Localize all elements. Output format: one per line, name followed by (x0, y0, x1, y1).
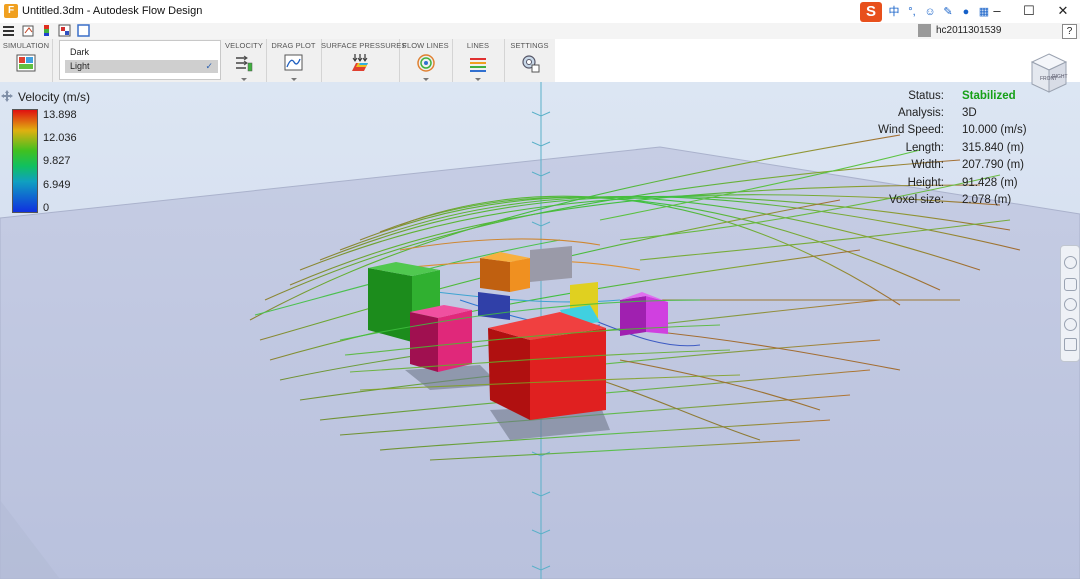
legend-value: 13.898 (43, 109, 77, 121)
user-name[interactable]: hc2011301539 (936, 25, 1001, 36)
3d-viewport[interactable] (0, 82, 1080, 579)
legend-title: Velocity (m/s) (18, 90, 91, 104)
ribbon-label: SURFACE PRESSURES (321, 41, 407, 50)
look-icon[interactable] (1064, 338, 1077, 351)
ribbon-group-lines[interactable]: LINES (452, 39, 505, 82)
app-icon: F (4, 4, 18, 18)
theme-option-label: Dark (70, 47, 90, 57)
chevron-down-icon[interactable] (422, 78, 429, 81)
menu-icon[interactable] (2, 24, 15, 37)
minimize-button[interactable]: – (982, 3, 1012, 18)
maximize-button[interactable]: ☐ (1014, 3, 1044, 19)
theme-dropdown[interactable]: Dark Light ✓ (59, 40, 221, 80)
zoom-icon[interactable] (1064, 298, 1077, 311)
color-scale-icon[interactable] (40, 24, 53, 37)
info-value: 3D (962, 107, 977, 119)
ribbon-label: DRAG PLOT (271, 41, 316, 50)
ribbon-label: LINES (466, 41, 490, 50)
info-label: Height: (907, 177, 944, 189)
info-label: Width: (911, 159, 944, 171)
drag-plot-icon (284, 54, 302, 71)
surface-pressures-icon (352, 54, 368, 71)
sogou-logo-icon[interactable]: S (860, 1, 882, 22)
info-value: 10.000 (m/s) (962, 124, 1027, 136)
simulation-icon (16, 54, 36, 72)
info-value: 91.428 (m) (962, 177, 1018, 189)
ribbon-label: SIMULATION (2, 41, 50, 50)
punctuation-icon[interactable]: °, (906, 6, 918, 18)
steering-wheel-icon[interactable] (1064, 256, 1077, 269)
info-label: Voxel size: (889, 194, 944, 206)
flow-lines-icon (416, 54, 435, 72)
status-value: Stabilized (962, 90, 1016, 102)
ribbon-label: SETTINGS (510, 41, 549, 50)
velocity-icon (236, 55, 253, 72)
ribbon-group-simulation[interactable]: SIMULATION (0, 39, 53, 82)
orbit-icon[interactable] (1064, 318, 1077, 331)
ribbon-group-drag-plot[interactable]: DRAG PLOT (266, 39, 322, 82)
help-button[interactable]: ? (1062, 24, 1077, 39)
ribbon-group-settings[interactable]: SETTINGS (504, 39, 555, 82)
ime-toolbar: S 中 °, ☺ ✎ ● ▦ (860, 1, 990, 22)
ribbon-group-velocity[interactable]: VELOCITY (222, 39, 267, 82)
viewcube[interactable]: FRONT RIGHT (1030, 52, 1068, 96)
chinese-mode-button[interactable]: 中 (888, 6, 900, 18)
window-title: Untitled.3dm - Autodesk Flow Design (22, 5, 203, 17)
info-label: Analysis: (897, 107, 944, 119)
navigation-bar (1060, 245, 1080, 362)
info-label: Status: (908, 90, 944, 102)
theme-icon[interactable] (58, 24, 71, 37)
legend-value: 9.827 (43, 155, 71, 167)
legend-value: 6.949 (43, 179, 71, 191)
close-button[interactable]: ✕ (1048, 3, 1078, 19)
emoji-icon[interactable]: ☺ (924, 6, 936, 18)
ribbon-label: FLOW LINES (402, 41, 449, 50)
open-model-icon[interactable] (22, 24, 35, 37)
info-label: Wind Speed: (878, 124, 944, 136)
quick-access-bar: hc2011301539 ? (0, 23, 1080, 39)
theme-option-light[interactable]: Light ✓ (65, 60, 218, 73)
settings-icon (521, 55, 539, 73)
pan-icon[interactable] (1064, 278, 1077, 291)
chevron-down-icon[interactable] (241, 78, 247, 81)
viewcube-right-label[interactable]: RIGHT (1052, 74, 1068, 80)
legend-value: 12.036 (43, 132, 77, 144)
chevron-down-icon[interactable] (290, 78, 297, 81)
ribbon-group-surface-pressures[interactable]: SURFACE PRESSURES (321, 39, 407, 82)
info-value: 315.840 (m) (962, 142, 1025, 154)
theme-option-label: Light (70, 61, 90, 71)
layout-icon[interactable] (77, 24, 90, 37)
legend-value: 0 (43, 202, 50, 214)
info-value: 2.078 (m) (962, 194, 1012, 206)
ribbon-label: VELOCITY (225, 41, 263, 50)
scene-canvas (0, 82, 1080, 579)
legend-color-bar (12, 109, 38, 213)
move-handle-icon[interactable] (1, 90, 13, 102)
chevron-down-icon[interactable] (475, 78, 481, 81)
checkmark-icon: ✓ (205, 61, 213, 71)
ribbon-group-flow-lines[interactable]: FLOW LINES (399, 39, 453, 82)
pen-icon[interactable]: ✎ (942, 6, 954, 18)
user-avatar[interactable] (918, 24, 931, 37)
theme-option-dark[interactable]: Dark (65, 46, 218, 59)
microphone-icon[interactable]: ● (960, 6, 972, 18)
title-bar: F Untitled.3dm - Autodesk Flow Design S … (0, 0, 1080, 23)
info-value: 207.790 (m) (962, 159, 1025, 171)
lines-icon (470, 58, 486, 72)
info-label: Length: (905, 142, 944, 154)
